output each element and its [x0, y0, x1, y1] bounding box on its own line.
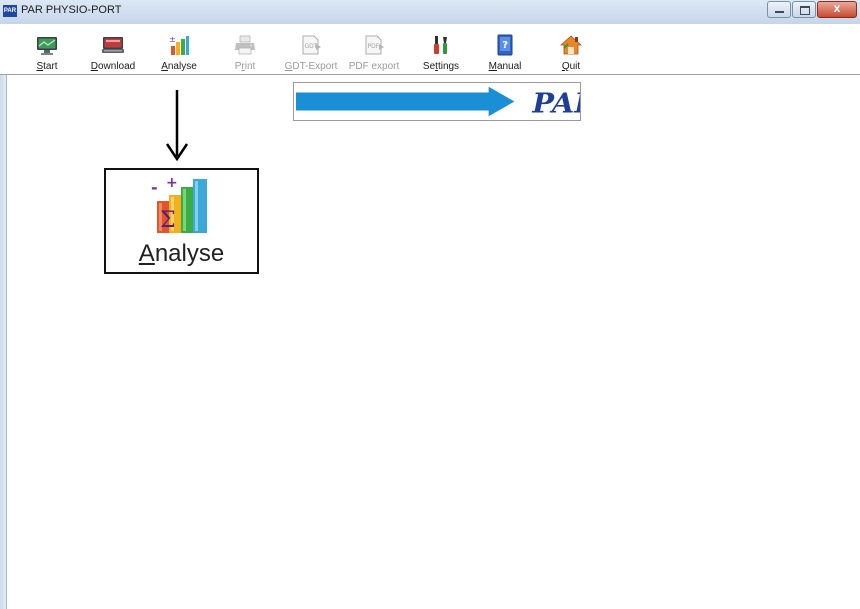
- print-button[interactable]: Print: [215, 34, 275, 74]
- start-label: Start: [36, 61, 58, 72]
- main-toolbar: Start Download ± Analyse Print GDT GDT-E…: [0, 24, 860, 75]
- svg-text:Σ: Σ: [160, 208, 176, 233]
- maximize-icon: [800, 6, 810, 15]
- svg-text:PDF: PDF: [368, 43, 380, 50]
- svg-text:-: -: [151, 178, 158, 197]
- start-monitor-icon: [36, 34, 58, 56]
- download-button[interactable]: Download: [83, 34, 143, 74]
- close-icon: x: [833, 1, 841, 15]
- analyse-chart-icon: ±: [168, 34, 190, 56]
- minimize-button[interactable]: [767, 1, 791, 18]
- logo-text: PAR: [531, 87, 580, 119]
- download-monitor-icon: [102, 34, 124, 56]
- gdt-export-button[interactable]: GDT GDT-Export: [281, 34, 341, 74]
- app-icon: PAR: [3, 5, 17, 17]
- settings-button[interactable]: Settings: [411, 34, 471, 74]
- analyse-callout: - + Σ Analyse: [104, 168, 259, 274]
- maximize-button[interactable]: [792, 1, 816, 18]
- analyse-label: Analyse: [161, 61, 197, 72]
- svg-text:GDT: GDT: [305, 43, 318, 50]
- manual-label: Manual: [488, 61, 522, 72]
- quit-house-icon: [560, 34, 582, 56]
- pointer-arrow: [164, 90, 190, 162]
- gdt-export-icon: GDT: [300, 34, 322, 56]
- window-title: PAR PHYSIO-PORT: [21, 4, 122, 16]
- svg-text:?: ?: [502, 40, 508, 51]
- analyse-chart-icon: - + Σ: [151, 175, 213, 235]
- start-button[interactable]: Start: [17, 34, 77, 74]
- settings-tools-icon: [430, 34, 452, 56]
- close-button[interactable]: x: [817, 1, 857, 18]
- window-frame-edge: [0, 24, 7, 609]
- minimize-icon: [775, 11, 784, 13]
- callout-label: Analyse: [138, 240, 225, 267]
- app-window: PAR PAR PHYSIO-PORT x Start Download ± A…: [0, 0, 860, 609]
- pdf-export-button[interactable]: PDF PDF export: [344, 34, 404, 74]
- quit-label: Quit: [561, 61, 581, 72]
- analyse-button[interactable]: ± Analyse: [149, 34, 209, 74]
- svg-text:+: +: [166, 175, 178, 191]
- print-label: Print: [234, 61, 256, 72]
- window-controls: x: [766, 1, 857, 19]
- settings-label: Settings: [422, 61, 460, 72]
- pdf-export-icon: PDF: [363, 34, 385, 56]
- manual-book-icon: ?: [494, 34, 516, 56]
- par-logo: PAR: [293, 82, 581, 121]
- quit-button[interactable]: Quit: [541, 34, 601, 74]
- printer-icon: [234, 34, 256, 56]
- download-label: Download: [90, 61, 136, 72]
- title-bar[interactable]: PAR PAR PHYSIO-PORT x: [0, 0, 860, 25]
- pdf-export-label: PDF export: [348, 61, 400, 72]
- svg-text:±: ±: [169, 35, 176, 44]
- gdt-export-label: GDT-Export: [284, 61, 338, 72]
- manual-button[interactable]: ? Manual: [475, 34, 535, 74]
